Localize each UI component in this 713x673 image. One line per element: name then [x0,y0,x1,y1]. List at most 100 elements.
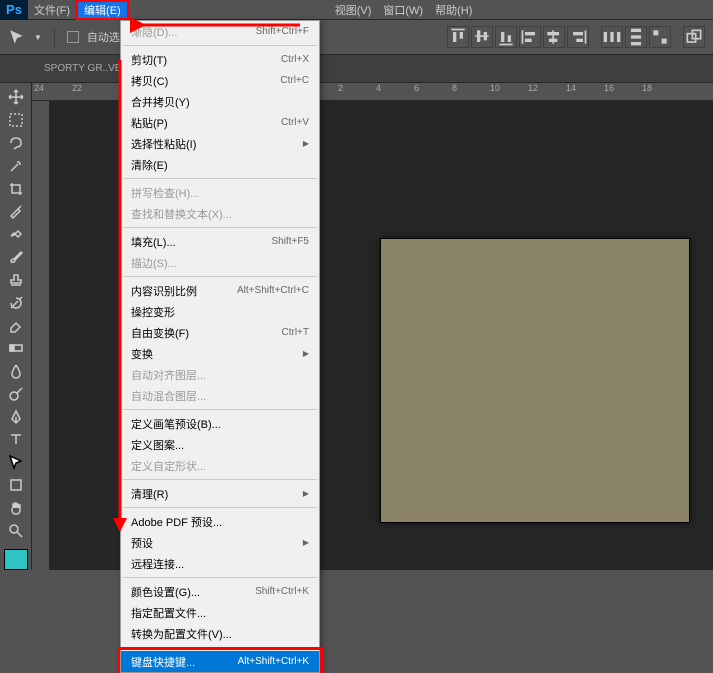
gradient-tool-icon[interactable] [4,338,28,359]
menu-item[interactable]: 内容识别比例 Alt+Shift+Ctrl+C [121,280,319,301]
menu-view[interactable]: 视图(V) [329,0,378,20]
menu-separator [123,479,317,480]
distribute-h-icon[interactable] [601,26,623,48]
hand-tool-icon[interactable] [4,497,28,518]
menu-item-label: 填充(L)... [131,234,176,250]
menu-item[interactable]: 定义图案... [121,434,319,455]
menu-item[interactable]: 预设 ▶ [121,532,319,553]
wand-tool-icon[interactable] [4,155,28,176]
type-tool-icon[interactable] [4,429,28,450]
menu-item[interactable]: 选择性粘贴(I)▶ [121,133,319,154]
menu-item[interactable]: 剪切(T)Ctrl+X [121,49,319,70]
menu-shortcut: Alt+Shift+Ctrl+K [238,656,309,667]
menu-item-label: 定义图案... [131,437,184,453]
menu-item-label: 定义画笔预设(B)... [131,416,221,432]
menu-item-label: 远程连接... [131,556,184,572]
menu-edit[interactable]: 编辑(E) [76,0,129,20]
menu-item-label: 剪切(T) [131,52,167,68]
menu-item-label: 转换为配置文件(V)... [131,626,232,642]
menu-item-label: 渐隐(D)... [131,24,177,40]
shape-tool-icon[interactable] [4,475,28,496]
menu-item[interactable]: 变换▶ [121,343,319,364]
menu-separator [123,409,317,410]
crop-tool-icon[interactable] [4,178,28,199]
distribute-v-icon[interactable] [625,26,647,48]
align-bottom-icon[interactable] [495,26,517,48]
eraser-tool-icon[interactable] [4,315,28,336]
menu-shortcut: Shift+F5 [271,236,309,247]
menu-item-label: 变换 [131,346,153,362]
tools-panel [0,83,32,570]
menu-item-label: 键盘快捷键... [131,654,195,670]
menu-item[interactable]: 填充(L)... Shift+F5 [121,231,319,252]
menu-item[interactable]: 指定配置文件... [121,602,319,623]
menu-item[interactable]: 粘贴(P)Ctrl+V [121,112,319,133]
menu-item[interactable]: 转换为配置文件(V)... [121,623,319,644]
align-hcenter-icon[interactable] [543,26,565,48]
separator [54,27,55,47]
menu-item-label: 选择性粘贴(I) [131,136,196,152]
menu-shortcut: ▶ [303,538,309,547]
heal-tool-icon[interactable] [4,224,28,245]
canvas[interactable] [380,238,690,523]
document-tabs: SPORTY GR..VERNI [0,55,713,83]
menu-separator [123,227,317,228]
align-vcenter-icon[interactable] [471,26,493,48]
dodge-tool-icon[interactable] [4,383,28,404]
menu-item-label: 清除(E) [131,157,168,173]
brush-tool-icon[interactable] [4,247,28,268]
lasso-tool-icon[interactable] [4,133,28,154]
menu-item[interactable]: 清理(R) ▶ [121,483,319,504]
history-brush-icon[interactable] [4,292,28,313]
options-bar: ▼ 自动选择： [0,20,713,55]
menu-separator [123,45,317,46]
marquee-tool-icon[interactable] [4,110,28,131]
menu-shortcut: ▶ [303,489,309,498]
menu-item[interactable]: 拷贝(C)Ctrl+C [121,70,319,91]
align-left-icon[interactable] [519,26,541,48]
pen-tool-icon[interactable] [4,406,28,427]
menu-item-label: 查找和替换文本(X)... [131,206,232,222]
menu-item[interactable]: 自由变换(F)Ctrl+T [121,322,319,343]
distribute-icon[interactable] [649,26,671,48]
menu-file[interactable]: 文件(F) [28,0,76,20]
menu-shortcut: Ctrl+T [282,327,310,338]
align-icons-group [447,26,705,48]
menu-item-label: 内容识别比例 [131,283,197,299]
menu-item-label: 预设 [131,535,153,551]
stamp-tool-icon[interactable] [4,269,28,290]
dropdown-arrow-icon[interactable]: ▼ [34,33,42,42]
foreground-color[interactable] [4,549,28,570]
align-right-icon[interactable] [567,26,589,48]
menu-window[interactable]: 窗口(W) [377,0,429,20]
menu-separator [123,507,317,508]
menu-shortcut: Alt+Shift+Ctrl+C [237,285,309,296]
menu-item[interactable]: 颜色设置(G)...Shift+Ctrl+K [121,581,319,602]
menu-item[interactable]: 操控变形 [121,301,319,322]
path-tool-icon[interactable] [4,452,28,473]
menu-item[interactable]: 合并拷贝(Y) [121,91,319,112]
menu-item[interactable]: 远程连接... [121,553,319,574]
menu-item: 自动对齐图层... [121,364,319,385]
move-tool-icon[interactable] [4,87,28,108]
menu-item-label: 指定配置文件... [131,605,206,621]
menu-item-label: 清理(R) [131,486,168,502]
edit-menu-dropdown: 渐隐(D)...Shift+Ctrl+F 剪切(T)Ctrl+X拷贝(C)Ctrl… [120,20,320,673]
menu-item: 拼写检查(H)... [121,182,319,203]
auto-select-checkbox[interactable] [67,31,79,43]
eyedropper-tool-icon[interactable] [4,201,28,222]
zoom-tool-icon[interactable] [4,520,28,541]
3d-mode-icon[interactable] [683,26,705,48]
menu-item-label: 粘贴(P) [131,115,168,131]
menu-item[interactable]: Adobe PDF 预设... [121,511,319,532]
menu-separator [123,276,317,277]
app-logo: Ps [0,0,28,20]
menu-item: 查找和替换文本(X)... [121,203,319,224]
menu-item[interactable]: 定义画笔预设(B)... [121,413,319,434]
align-top-icon[interactable] [447,26,469,48]
menu-item[interactable]: 清除(E) [121,154,319,175]
menu-item[interactable]: 键盘快捷键... Alt+Shift+Ctrl+K [121,651,319,672]
blur-tool-icon[interactable] [4,361,28,382]
menu-item: 渐隐(D)...Shift+Ctrl+F [121,21,319,42]
menu-help[interactable]: 帮助(H) [429,0,478,20]
